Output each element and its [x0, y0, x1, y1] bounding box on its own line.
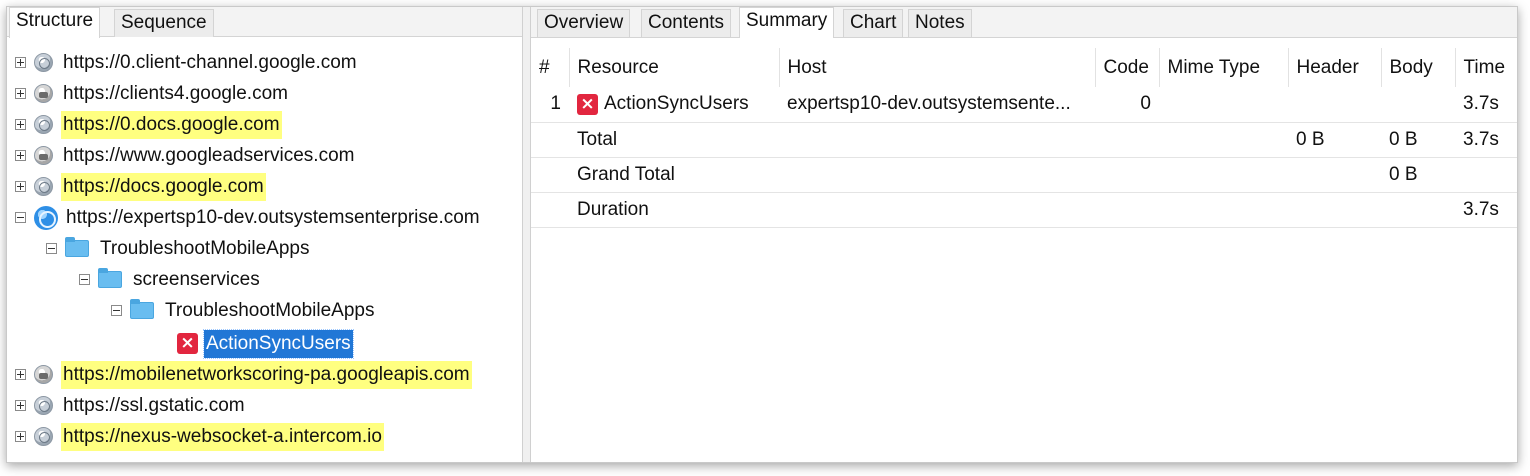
globe-icon: [34, 205, 58, 230]
app-window: Structure Sequence https://0.client-chan…: [6, 6, 1518, 463]
tree-node[interactable]: TroubleshootMobileApps: [111, 295, 522, 326]
table-row-grand-total: Grand Total 0 B: [531, 157, 1517, 193]
expand-plus-icon[interactable]: [15, 150, 26, 161]
tab-sequence[interactable]: Sequence: [114, 9, 214, 37]
tree-node[interactable]: https://0.docs.google.com: [15, 109, 522, 140]
host-cell: expertsp10-dev.outsystemsente...: [779, 87, 1095, 123]
table-header-row: # Resource Host Code Mime Type Header Bo…: [531, 48, 1517, 87]
body-size-cell: [1381, 87, 1455, 123]
error-icon: ×: [577, 93, 598, 115]
tab-contents[interactable]: Contents: [641, 9, 732, 37]
tree-node-label: https://0.client-channel.google.com: [63, 51, 357, 73]
total-body-size: 0 B: [1381, 122, 1455, 158]
table-row[interactable]: 1 × ActionSyncUsers expertsp10-dev.outsy…: [531, 87, 1517, 123]
left-tab-strip: Structure Sequence: [7, 7, 522, 38]
tree-node-selected[interactable]: × ActionSyncUsers: [177, 328, 522, 359]
column-header-number[interactable]: #: [531, 48, 570, 87]
tree-node[interactable]: https://0.client-channel.google.com: [15, 47, 522, 78]
globe-icon: [34, 177, 53, 196]
tree-node[interactable]: https://www.googleadservices.com: [15, 140, 522, 171]
tab-chart[interactable]: Chart: [843, 9, 904, 37]
row-number: 1: [531, 87, 569, 123]
tree-node-label: TroubleshootMobileApps: [165, 299, 375, 321]
total-label: Total: [569, 122, 779, 158]
folder-icon: [130, 299, 154, 319]
right-tab-strip: Overview Contents Summary Chart Notes: [531, 7, 1517, 38]
tree-node[interactable]: https://ssl.gstatic.com: [15, 390, 522, 421]
globe-icon: [34, 396, 53, 415]
tree-node-label: https://docs.google.com: [61, 172, 266, 201]
folder-icon: [65, 237, 89, 257]
globe-icon: [34, 427, 53, 446]
inspector-pane: Overview Contents Summary Chart Notes # …: [531, 7, 1517, 462]
column-header-header[interactable]: Header: [1288, 48, 1382, 87]
tab-overview[interactable]: Overview: [537, 9, 631, 37]
collapse-minus-icon[interactable]: [46, 243, 57, 254]
total-time: 3.7s: [1455, 122, 1517, 158]
tree-node-label: https://mobilenetworkscoring-pa.googleap…: [61, 360, 472, 389]
column-header-mime-type[interactable]: Mime Type: [1159, 48, 1289, 87]
tree-node-label: ActionSyncUsers: [203, 328, 354, 359]
globe-icon: [34, 115, 53, 134]
tree-node[interactable]: https://mobilenetworkscoring-pa.googleap…: [15, 359, 522, 390]
tree-node[interactable]: https://docs.google.com: [15, 171, 522, 202]
expand-plus-icon[interactable]: [15, 181, 26, 192]
expand-plus-icon[interactable]: [15, 369, 26, 380]
tree-node-label: https://expertsp10-dev.outsystemsenterpr…: [66, 206, 480, 228]
tree-node-label: https://nexus-websocket-a.intercom.io: [61, 422, 384, 451]
table-row-duration: Duration 3.7s: [531, 192, 1517, 228]
duration-time: 3.7s: [1455, 192, 1517, 228]
tree-node-label: screenservices: [133, 268, 260, 290]
expand-plus-icon[interactable]: [15, 400, 26, 411]
tree-node[interactable]: https://clients4.google.com: [15, 78, 522, 109]
tab-structure[interactable]: Structure: [9, 7, 101, 38]
header-size-cell: [1288, 87, 1381, 123]
column-header-time[interactable]: Time: [1455, 48, 1517, 87]
expand-plus-icon[interactable]: [15, 88, 26, 99]
error-icon: ×: [177, 333, 198, 354]
tree-node-label: https://clients4.google.com: [63, 82, 288, 104]
tree-node[interactable]: screenservices: [79, 264, 522, 295]
collapse-minus-icon[interactable]: [111, 305, 122, 316]
column-header-body[interactable]: Body: [1381, 48, 1456, 87]
structure-pane: Structure Sequence https://0.client-chan…: [7, 7, 522, 462]
tree-node-label: https://0.docs.google.com: [61, 110, 282, 139]
expand-plus-icon[interactable]: [15, 119, 26, 130]
grand-total-label: Grand Total: [569, 157, 779, 193]
tree-node[interactable]: TroubleshootMobileApps: [46, 233, 522, 264]
tree-node-label: https://www.googleadservices.com: [63, 144, 355, 166]
folder-icon: [98, 268, 122, 288]
globe-icon: [34, 53, 53, 72]
duration-label: Duration: [569, 192, 779, 228]
tree-node[interactable]: https://nexus-websocket-a.intercom.io: [15, 421, 522, 452]
expand-plus-icon[interactable]: [15, 57, 26, 68]
column-header-host[interactable]: Host: [779, 48, 1096, 87]
pane-splitter[interactable]: [522, 7, 531, 462]
table-row-total: Total 0 B 0 B 3.7s: [531, 122, 1517, 158]
tree-node-label: TroubleshootMobileApps: [100, 237, 310, 259]
lock-globe-icon: [34, 84, 53, 103]
lock-globe-icon: [34, 365, 53, 384]
tab-notes[interactable]: Notes: [908, 9, 972, 37]
total-header-size: 0 B: [1288, 122, 1381, 158]
code-cell: 0: [1095, 87, 1159, 123]
mime-type-cell: [1159, 87, 1288, 123]
grand-total-body-size: 0 B: [1381, 157, 1455, 193]
tree-node-label: https://ssl.gstatic.com: [63, 394, 245, 416]
resource-name: ActionSyncUsers: [604, 93, 749, 115]
time-cell: 3.7s: [1455, 87, 1517, 123]
column-header-code[interactable]: Code: [1095, 48, 1160, 87]
tab-summary[interactable]: Summary: [739, 7, 835, 38]
summary-table: # Resource Host Code Mime Type Header Bo…: [531, 48, 1517, 228]
collapse-minus-icon[interactable]: [15, 212, 26, 223]
column-header-resource[interactable]: Resource: [569, 48, 780, 87]
collapse-minus-icon[interactable]: [79, 274, 90, 285]
tree-node[interactable]: https://expertsp10-dev.outsystemsenterpr…: [15, 202, 522, 233]
lock-globe-icon: [34, 146, 53, 165]
resource-cell: × ActionSyncUsers: [569, 87, 779, 123]
expand-plus-icon[interactable]: [15, 431, 26, 442]
